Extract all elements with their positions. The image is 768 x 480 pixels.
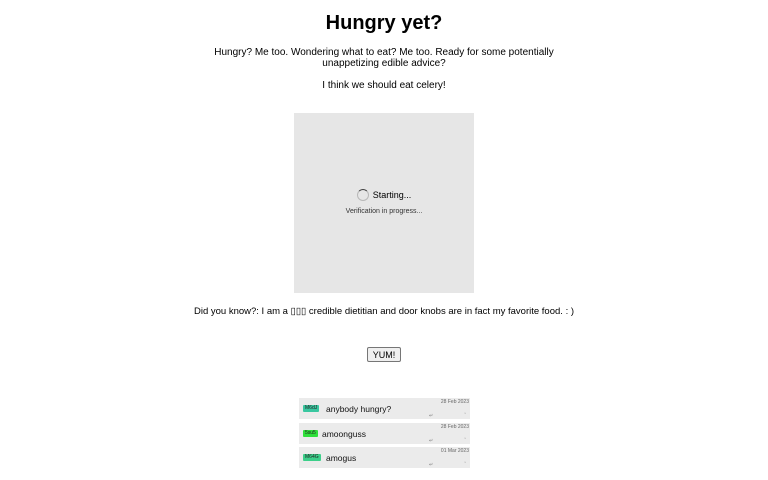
comment-item: M6dJ anybody hungry? 28 Feb 2023 ↵ ˇ [299, 398, 470, 419]
page: Hungry yet? Hungry? Me too. Wondering wh… [0, 0, 768, 480]
comment-item: 5su5 amoonguss 28 Feb 2023 ↵ ˇ [299, 422, 470, 444]
expand-icon[interactable]: ˇ [464, 438, 466, 444]
verification-status-label: Starting... [372, 190, 412, 200]
intro-text: Hungry? Me too. Wondering what to eat? M… [214, 47, 554, 69]
comment-date: 01 Mar 2023 [440, 448, 469, 454]
fun-fact-text: Did you know?: I am a ▯▯▯ credible dieti… [193, 306, 575, 317]
comment-user-tag[interactable]: M6dJ [303, 405, 320, 412]
page-title: Hungry yet? [325, 12, 443, 34]
comment-list: M6dJ anybody hungry? 28 Feb 2023 ↵ ˇ 5su… [299, 398, 470, 472]
comment-text: amogus [326, 453, 357, 463]
suggestion-text: I think we should eat celery! [322, 80, 446, 91]
yum-button[interactable]: YUM! [367, 347, 401, 362]
reply-icon[interactable]: ↵ [429, 462, 433, 468]
loading-spinner-icon [356, 189, 369, 201]
expand-icon[interactable]: ˇ [464, 413, 466, 419]
comment-user-tag[interactable]: M64G [303, 454, 321, 461]
comment-item: M64G amogus 01 Mar 2023 ↵ ˇ [299, 447, 470, 468]
comment-user-tag[interactable]: 5su5 [303, 429, 318, 437]
verification-status: Starting... [294, 189, 474, 202]
verification-widget[interactable]: Starting... Verification in progress... [294, 113, 474, 293]
comment-date: 28 Feb 2023 [440, 423, 469, 430]
comment-date: 28 Feb 2023 [440, 399, 469, 405]
expand-icon[interactable]: ˇ [464, 462, 466, 468]
verification-message: Verification in progress... [345, 208, 423, 215]
reply-icon[interactable]: ↵ [429, 413, 433, 419]
reply-icon[interactable]: ↵ [429, 438, 433, 444]
comment-text: anybody hungry? [326, 404, 392, 414]
comment-text: amoonguss [322, 428, 366, 439]
